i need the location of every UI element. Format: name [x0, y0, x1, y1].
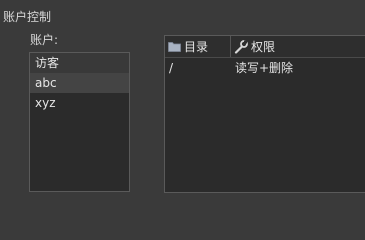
account-item-guest[interactable]: 访客 — [30, 53, 129, 73]
account-item-abc[interactable]: abc — [30, 73, 129, 93]
column-header-permission[interactable]: 权限 — [231, 36, 365, 57]
column-header-directory[interactable]: 目录 — [165, 36, 231, 57]
column-header-permission-label: 权限 — [251, 40, 276, 54]
account-list[interactable]: 访客 abc xyz — [29, 52, 130, 192]
permission-table-header: 目录 权限 — [165, 36, 365, 58]
permission-table[interactable]: 目录 权限 / 读写+删除 — [164, 35, 365, 193]
folder-icon — [168, 41, 181, 52]
table-row[interactable]: / 读写+删除 — [165, 58, 365, 78]
cell-directory: / — [169, 61, 174, 75]
wrench-icon — [234, 39, 248, 54]
account-item-xyz[interactable]: xyz — [30, 93, 129, 113]
column-header-directory-label: 目录 — [184, 40, 209, 54]
accounts-label: 账户: — [30, 33, 59, 47]
account-control-group-title: 账户控制 — [3, 10, 52, 24]
cell-permission: 读写+删除 — [235, 61, 294, 75]
